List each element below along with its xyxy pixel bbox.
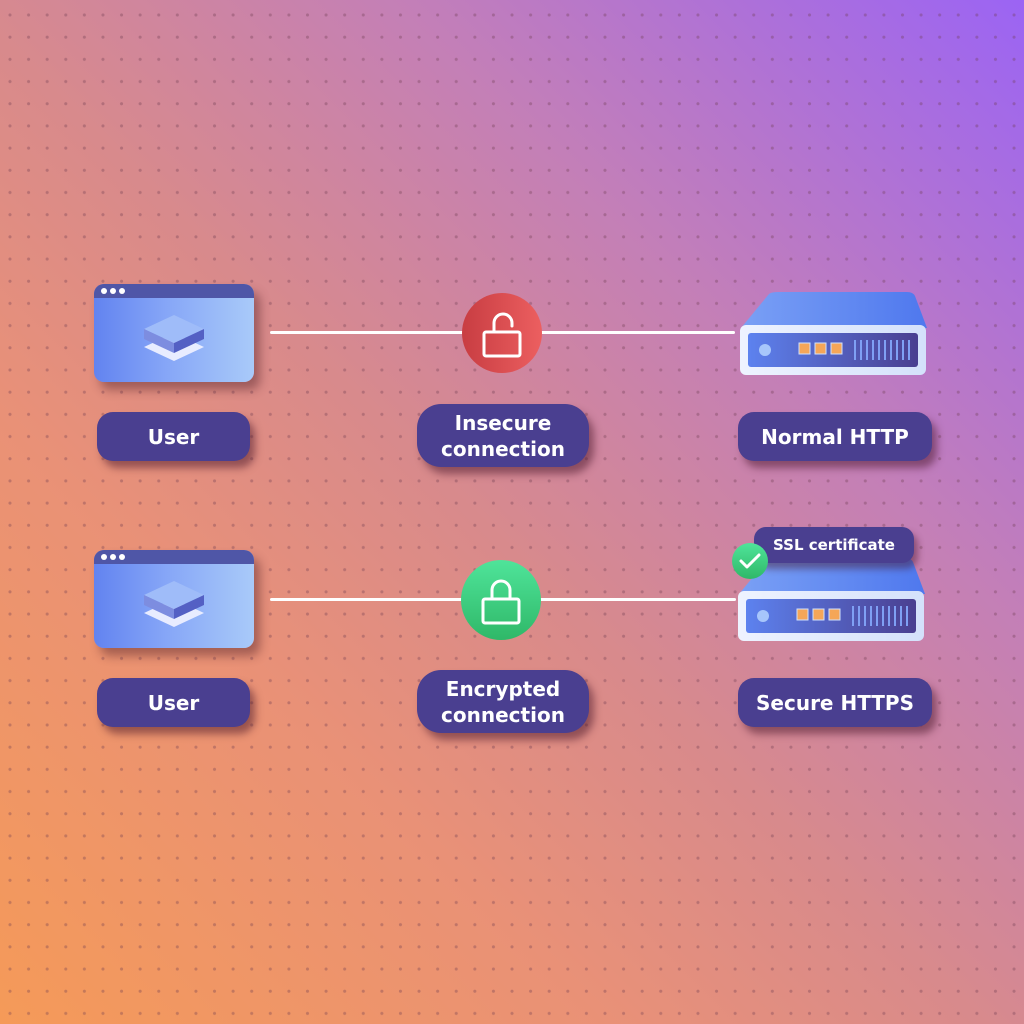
secure-https-label-text: Secure HTTPS (756, 690, 914, 715)
ssl-certificate-badge: SSL certificate (754, 527, 914, 563)
label-line-1: Encrypted (445, 676, 561, 701)
user-label: User (97, 412, 250, 461)
locked-padlock-icon (461, 560, 541, 640)
user-label-text: User (147, 690, 200, 715)
insecure-connection-label: Insecure connection (417, 404, 589, 467)
encrypted-connection-label: Encrypted connection (417, 670, 589, 733)
layers-icon (144, 315, 204, 361)
checkmark-icon (732, 543, 768, 579)
user-label: User (97, 678, 250, 727)
unlocked-padlock-icon (462, 293, 542, 373)
label-line-2: connection (441, 436, 565, 461)
browser-titlebar (94, 284, 254, 298)
label-line-1: Insecure (454, 410, 552, 435)
browser-window-icon (94, 284, 254, 382)
label-line-2: connection (441, 702, 565, 727)
user-label-text: User (147, 424, 200, 449)
normal-http-label: Normal HTTP (738, 412, 932, 461)
dot-grid-pattern (0, 0, 1024, 1024)
connection-line-left (270, 598, 470, 601)
normal-http-label-text: Normal HTTP (761, 424, 909, 449)
secure-https-label: Secure HTTPS (738, 678, 932, 727)
ssl-certificate-text: SSL certificate (773, 536, 895, 554)
connection-line-right (533, 598, 736, 601)
server-icon (740, 292, 927, 375)
connection-line-left (270, 331, 470, 334)
browser-titlebar (94, 550, 254, 564)
layers-icon (144, 581, 204, 627)
connection-line-right (535, 331, 735, 334)
browser-window-icon (94, 550, 254, 648)
